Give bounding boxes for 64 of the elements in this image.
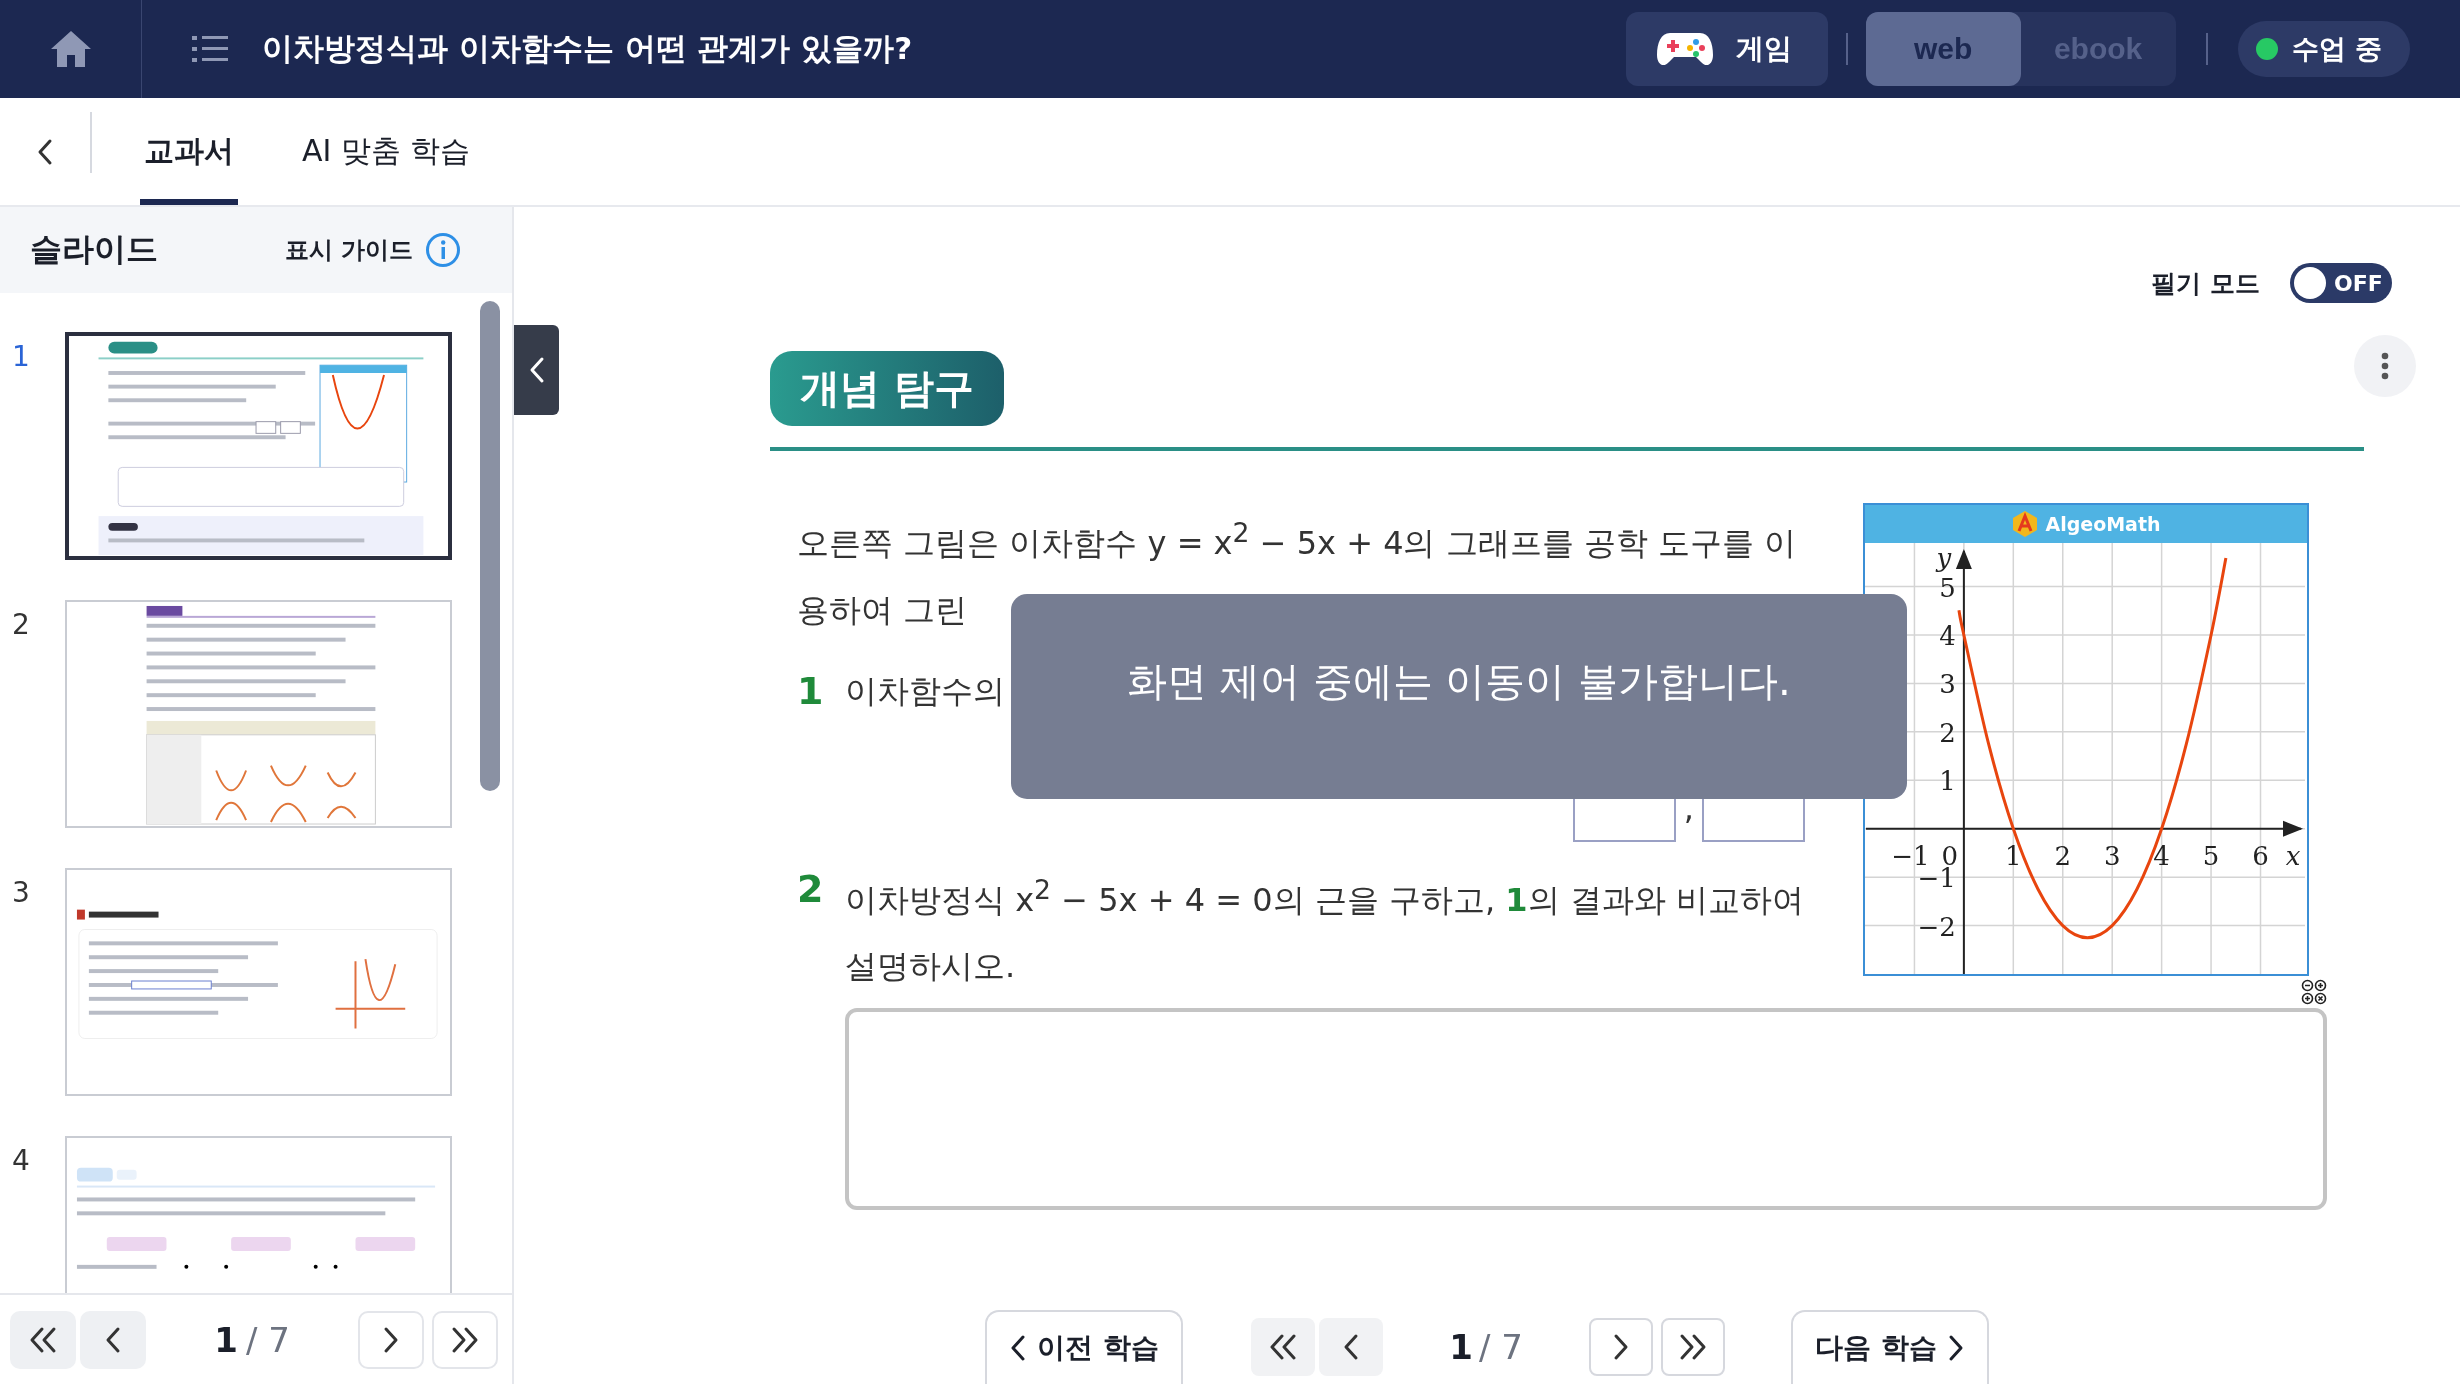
x-tick-label: 6 [2252, 840, 2269, 871]
more-icon [2381, 352, 2389, 380]
display-guide-button[interactable]: 표시 가이드 [278, 231, 467, 269]
y-tick-label: 1 [1939, 766, 1956, 797]
info-icon [425, 232, 461, 268]
question-text: 이차방정식 x$^{2}$ − 5x + 4 = 0의 근을 구하고, 1의 결과와 비교하여 설명하시오. [845, 872, 1805, 988]
previous-lesson-button[interactable]: 이전 학습 [985, 1310, 1184, 1384]
collapse-sidebar-button[interactable] [514, 325, 559, 415]
tab[interactable]: AI 맞춤 학습 [298, 98, 475, 205]
x-tick-label: −1 [1891, 840, 1930, 871]
question-number: 1 [797, 667, 825, 715]
y-tick-label: 4 [1939, 621, 1956, 651]
last-page-button[interactable] [1660, 1318, 1725, 1376]
x-tick-label: 1 [2005, 840, 2022, 871]
slide-number: 2 [11, 608, 31, 641]
intro-text: 오른쪽 그림은 이차함수 y = x$^{2}$ − 5x + 4의 그래프를 공학 도구를 이용하여 그린 [797, 516, 1798, 631]
chevron-left-icon [36, 137, 54, 166]
page-total: / 7 [1478, 1327, 1523, 1367]
current-page: 1 [1449, 1327, 1473, 1367]
next-page-button[interactable] [1588, 1318, 1653, 1376]
x-tick-label: 5 [2202, 840, 2220, 871]
answer-field[interactable] [845, 1008, 2327, 1211]
first-page-button[interactable] [10, 1310, 76, 1369]
y-axis-label: y [1936, 543, 1952, 573]
notice-message: 화면 제어 중에는 이동이 불가합니다. [1127, 657, 1791, 706]
double-chevron-right-icon [450, 1325, 480, 1354]
y-tick-label: 5 [1939, 572, 1956, 603]
next-page-button[interactable] [358, 1310, 424, 1369]
x-tick-label: 2 [2054, 840, 2072, 871]
question-text: 이차함수의 [845, 670, 1005, 712]
slide-thumbnail[interactable] [65, 332, 452, 560]
slide-number: 1 [11, 340, 31, 373]
logo-text: AlgeoMath [2045, 513, 2161, 535]
previous-page-button[interactable] [1319, 1318, 1384, 1376]
x-tick-label: 4 [2153, 840, 2170, 871]
last-page-button[interactable] [432, 1310, 498, 1369]
x-tick-label: 3 [2103, 840, 2121, 871]
page-total: / 7 [245, 1319, 290, 1360]
page-title: 이차방정식과 이차함수는 어떤 관계가 있을까? [262, 29, 914, 68]
chevron-left-icon [104, 1325, 122, 1354]
note-mode-toggle[interactable]: OFF [2290, 263, 2392, 303]
next-lesson-button[interactable]: 다음 학습 [1790, 1310, 1989, 1384]
slide-number: 3 [11, 876, 31, 909]
y-tick-label: 2 [1939, 717, 1956, 748]
section-badge: 개념 탐구 [770, 351, 1004, 426]
chevron-right-icon [382, 1325, 400, 1354]
slide-number: 4 [11, 1144, 31, 1177]
previous-page-button[interactable] [80, 1310, 146, 1369]
sidebar-title: 슬라이드 [30, 229, 158, 270]
y-tick-label: 3 [1939, 669, 1956, 700]
double-chevron-left-icon [28, 1325, 58, 1354]
note-mode-label: 필기 모드 [2151, 267, 2260, 300]
separator-text: , [1683, 787, 1694, 829]
game-button[interactable]: 게임 [1625, 12, 1828, 86]
zoom-controls-icon[interactable] [2301, 979, 2327, 1005]
menu-icon[interactable] [192, 35, 228, 63]
y-tick-label: −2 [1917, 911, 1956, 942]
status-label: 수업 중 [2291, 32, 2382, 66]
scrollbar-thumb[interactable] [480, 301, 500, 791]
current-page: 1 [214, 1319, 238, 1360]
first-page-button[interactable] [1251, 1318, 1316, 1376]
logo-icon [2011, 510, 2040, 538]
question-number: 2 [797, 865, 825, 913]
x-axis-label: x [2285, 840, 2301, 871]
